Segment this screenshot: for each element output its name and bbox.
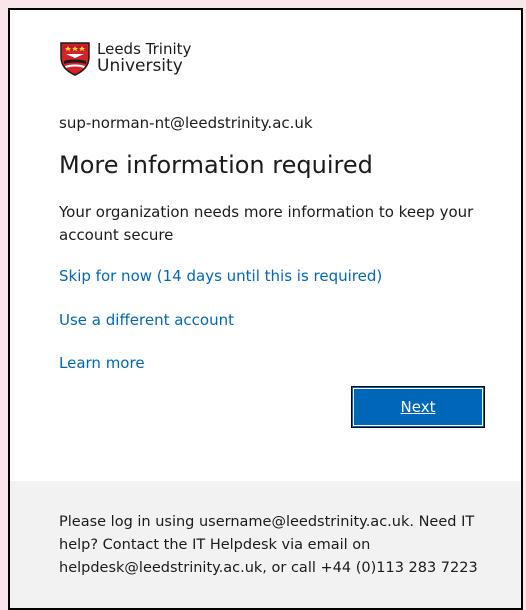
- use-different-account-link[interactable]: Use a different account: [59, 311, 234, 329]
- next-button[interactable]: Next: [351, 386, 485, 428]
- university-logo: Leeds Trinity University: [59, 40, 191, 76]
- account-email: sup-norman-nt@leedstrinity.ac.uk: [59, 114, 313, 132]
- description-text: Your organization needs more information…: [59, 203, 474, 244]
- brand-line-2: University: [97, 56, 183, 76]
- footer-help-text: Please log in using username@leedstrinit…: [59, 514, 478, 576]
- skip-for-now-link[interactable]: Skip for now (14 days until this is requ…: [59, 267, 382, 285]
- crest-icon: [60, 42, 90, 76]
- footer-panel: Please log in using username@leedstrinit…: [10, 481, 521, 608]
- brand-line-1: Leeds Trinity: [97, 40, 192, 58]
- learn-more-link[interactable]: Learn more: [59, 354, 145, 372]
- sign-in-card: Leeds Trinity University sup-norman-nt@l…: [8, 8, 523, 610]
- university-wordmark: Leeds Trinity University: [97, 41, 191, 75]
- page-title: More information required: [59, 151, 373, 179]
